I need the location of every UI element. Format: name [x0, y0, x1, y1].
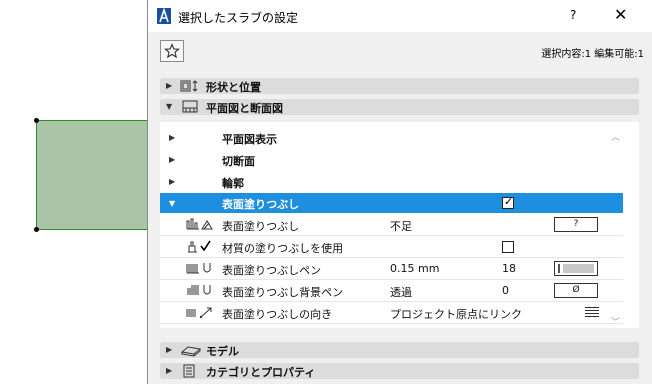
- group-label: 表面塗りつぶし: [222, 198, 300, 211]
- fill-pattern-button[interactable]: ?: [554, 217, 598, 232]
- expand-arrow-icon: ▶: [169, 177, 176, 186]
- section-shape-position[interactable]: ▶ 形状と位置: [160, 78, 639, 94]
- favorites-button[interactable]: [160, 40, 184, 62]
- group-label: 輪郭: [222, 177, 244, 190]
- group-label: 切断面: [222, 155, 255, 168]
- section-model[interactable]: ▶ モデル: [160, 342, 639, 358]
- group-outlines[interactable]: ▶ 輪郭: [160, 171, 623, 193]
- prop-row-use-material-fill: 材質の塗りつぶしを使用: [160, 236, 623, 258]
- collapse-arrow-icon: ▼: [166, 102, 173, 111]
- section-label: 平面図と断面図: [206, 102, 283, 115]
- prop-row-fill-background-pen: 表面塗りつぶし背景ペン 透過 0 Ø: [160, 280, 623, 302]
- prop-value: 透過: [390, 286, 412, 299]
- collapse-arrow-icon: ▼: [169, 199, 176, 208]
- shape-position-icon: [180, 80, 198, 92]
- section-label: カテゴリとプロパティ: [206, 366, 316, 379]
- expand-arrow-icon: ▶: [166, 366, 173, 375]
- scroll-down-arrow-icon[interactable]: ﹀: [611, 315, 620, 328]
- prop-row-cover-fill-type: 表面塗りつぶし 不足 ?: [160, 214, 623, 236]
- prop-value: 0.15 mm: [390, 262, 440, 275]
- pen-color-fill: [563, 264, 594, 273]
- prop-label: 表面塗りつぶし背景ペン: [222, 286, 344, 299]
- material-fill-icon: [188, 240, 211, 253]
- fill-type-icon: [186, 218, 213, 230]
- prop-label: 材質の塗りつぶしを使用: [222, 242, 344, 255]
- group-cut-surfaces[interactable]: ▶ 切断面: [160, 149, 623, 171]
- section-label: モデル: [206, 345, 239, 358]
- expand-arrow-icon: ▶: [166, 345, 173, 354]
- expand-arrow-icon: ▶: [169, 133, 176, 142]
- use-material-fill-checkbox[interactable]: [502, 241, 514, 253]
- star-icon: [164, 43, 180, 59]
- expand-arrow-icon: ▶: [166, 81, 173, 90]
- fill-pen-icon: [186, 263, 211, 274]
- pen-color-swatch[interactable]: [554, 261, 598, 276]
- pen-number[interactable]: 0: [502, 284, 509, 297]
- orientation-lines-icon[interactable]: [585, 307, 599, 318]
- section-label: 形状と位置: [206, 81, 261, 94]
- dialog-title: 選択したスラブの設定: [178, 11, 299, 25]
- floor-plan-section-icon: [182, 100, 198, 113]
- prop-row-cover-fill-pen: 表面塗りつぶしペン 0.15 mm 18: [160, 258, 623, 280]
- section-plan-section[interactable]: ▼ 平面図と断面図: [160, 99, 639, 115]
- prop-label: 表面塗りつぶし: [222, 220, 300, 233]
- close-button[interactable]: ✕: [614, 5, 627, 24]
- cover-fill-enabled-checkbox[interactable]: [502, 195, 514, 209]
- prop-label: 表面塗りつぶしペン: [222, 264, 322, 277]
- pen-weight-bar: [558, 264, 560, 273]
- slab-handle-bottom-left[interactable]: [34, 227, 39, 232]
- model-icon: [180, 346, 202, 357]
- category-properties-icon: [183, 364, 195, 378]
- help-button[interactable]: ?: [570, 8, 576, 22]
- prop-value[interactable]: 不足: [390, 218, 412, 234]
- slab-settings-dialog: 選択したスラブの設定 ? ✕ 選択内容:1 編集可能:1 ▶ 形状と位置 ▼ 平…: [147, 0, 652, 384]
- prop-row-fill-orientation: 表面塗りつぶしの向き プロジェクト原点にリンク: [160, 302, 623, 324]
- scroll-up-arrow-icon[interactable]: ︿: [611, 130, 620, 143]
- slab-handle-top-left[interactable]: [34, 118, 39, 123]
- transparent-pen-button[interactable]: Ø: [554, 283, 598, 298]
- selection-info: 選択内容:1 編集可能:1: [541, 49, 644, 60]
- prop-label: 表面塗りつぶしの向き: [222, 308, 333, 321]
- pen-number[interactable]: 18: [502, 262, 516, 275]
- background-pen-icon: [187, 285, 211, 295]
- dialog-titlebar[interactable]: 選択したスラブの設定 ? ✕: [148, 0, 652, 32]
- expand-arrow-icon: ▶: [169, 155, 176, 164]
- section-category-properties[interactable]: ▶ カテゴリとプロパティ: [160, 363, 639, 379]
- group-label: 平面図表示: [222, 133, 277, 146]
- prop-value[interactable]: プロジェクト原点にリンク: [390, 306, 522, 322]
- slab-element[interactable]: [36, 120, 150, 230]
- property-panel: ▶ 平面図表示 ▶ 切断面 ▶ 輪郭 ▼ 表面塗りつぶし 表面塗りつぶし 不足 …: [160, 122, 639, 328]
- group-cover-fill[interactable]: ▼ 表面塗りつぶし: [160, 193, 623, 213]
- archicad-icon: [157, 8, 171, 24]
- fill-orientation-icon: [186, 307, 212, 319]
- group-floorplan-display[interactable]: ▶ 平面図表示: [160, 127, 623, 149]
